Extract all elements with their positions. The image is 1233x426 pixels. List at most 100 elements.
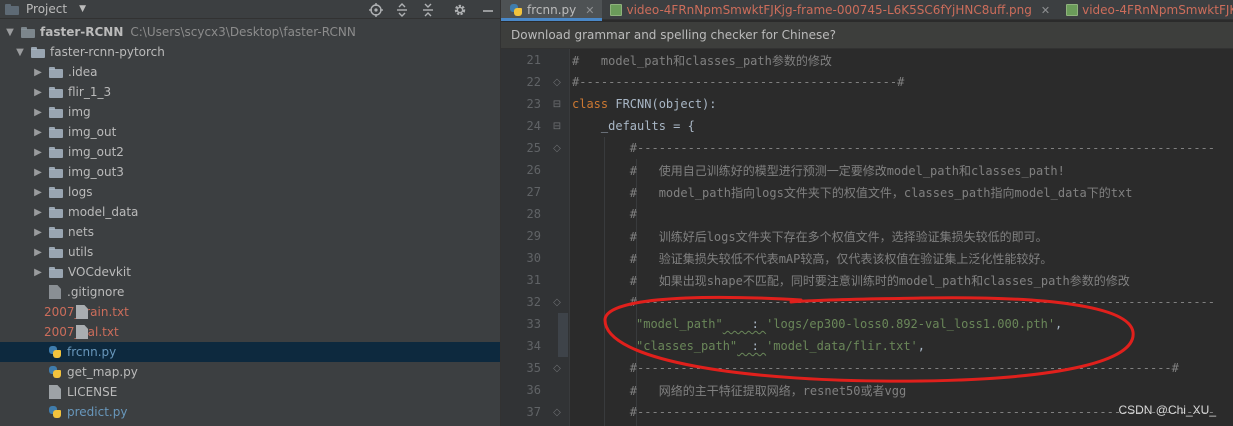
code-text: # [572,207,638,221]
folder-icon [49,126,63,138]
tree-item-folder[interactable]: ▶ nets [0,222,500,242]
csdn-watermark: CSDN @Chi_XU_ [1118,403,1216,417]
chevron-right-icon[interactable]: ▶ [32,62,44,82]
line-number: 31 [526,273,541,287]
fold-marker-icon[interactable]: ⊟ [550,115,564,137]
tree-item-folder[interactable]: ▶ img_out [0,122,500,142]
python-file-icon [48,345,62,359]
expand-all-icon[interactable] [394,2,410,18]
chevron-right-icon[interactable]: ▶ [32,82,44,102]
code-line: 30 # 验证集损失较低不代表mAP较高，仅代表该权值在验证集上泛化性能较好。 [501,247,1233,269]
tree-item-file[interactable]: LICENSE [0,382,500,402]
tab-label: frcnn.py [527,3,577,17]
chevron-right-icon[interactable]: ▶ [32,222,44,242]
minimize-icon[interactable] [480,2,496,18]
string-value-token: 'logs/ep300-loss0.892-val_loss1.000.pth' [766,317,1056,331]
chevron-right-icon[interactable]: ▶ [32,242,44,262]
chevron-right-icon[interactable]: ▶ [32,262,44,282]
fold-marker-icon[interactable]: ⊟ [550,93,564,115]
header-toolbar-3 [420,0,436,19]
close-icon[interactable]: ✕ [1041,4,1050,17]
tab-image-2[interactable]: video-4FRnNpmSmwktFJKjg-frame-0 [1058,0,1233,20]
code-line: 35 ◇ #-----------------------------------… [501,357,1233,379]
chevron-right-icon[interactable]: ▶ [32,202,44,222]
tree-item-file[interactable]: get_map.py [0,362,500,382]
notification-text: Download grammar and spelling checker fo… [511,28,836,42]
tree-item-label: faster-rcnn-pytorch [50,45,165,59]
fold-marker-icon[interactable]: ◇ [550,357,564,379]
dict-key-token: "model_path" [636,317,723,331]
chevron-right-icon[interactable]: ▶ [32,102,44,122]
line-number: 35 [526,361,541,375]
chevron-right-icon[interactable]: ▶ [32,162,44,182]
code-text: # 使用自己训练好的模型进行预测一定要修改model_path和classes_… [572,163,1065,178]
tree-item-file[interactable]: 2007_train.txt [0,302,500,322]
code-text: # 训练好后logs文件夹下存在多个权值文件，选择验证集损失较低的即可。 [572,229,1048,244]
tab-image-1[interactable]: video-4FRnNpmSmwktFJKjg-frame-000745-L6K… [602,0,1058,20]
tree-item-file[interactable]: 2007_val.txt [0,322,500,342]
tree-item-folder[interactable]: ▶ utils [0,242,500,262]
chevron-down-icon[interactable]: ▼ [14,42,26,62]
tree-item-label: model_data [68,205,139,219]
gitignore-file-icon [49,285,61,299]
header-toolbar [368,0,384,19]
line-number: 34 [526,339,541,353]
folder-icon [49,146,63,158]
code-text: # 网络的主干特征提取网络，resnet50或者vgg [572,383,907,398]
tree-item-path: C:\Users\scycx3\Desktop\faster-RCNN [130,25,356,39]
code-text: # 验证集损失较低不代表mAP较高，仅代表该权值在验证集上泛化性能较好。 [572,251,1053,266]
tree-item-folder[interactable]: ▶ VOCdevkit [0,262,500,282]
tree-item-folder[interactable]: ▶ flir_1_3 [0,82,500,102]
tree-item-label: logs [68,185,93,199]
tree-item-folder[interactable]: ▶ model_data [0,202,500,222]
fold-marker-icon[interactable]: ◇ [550,71,564,93]
tree-item-file[interactable]: .gitignore [0,282,500,302]
code-line: 25 ◇ #-----------------------------------… [501,137,1233,159]
spellcheck-notification[interactable]: Download grammar and spelling checker fo… [501,22,1233,49]
tree-item-label: VOCdevkit [68,265,131,279]
tree-item-folder[interactable]: ▶ img_out2 [0,142,500,162]
code-text: # model_path和classes_path参数的修改 [572,53,832,68]
chevron-right-icon[interactable]: ▶ [32,142,44,162]
tab-label: video-4FRnNpmSmwktFJKjg-frame-0 [1082,3,1233,17]
tree-item-folder[interactable]: ▼ faster-rcnn-pytorch [0,42,500,62]
tree-item-file[interactable]: predict.py [0,402,500,422]
fold-marker-icon[interactable]: ◇ [550,401,564,423]
header-toolbar-4 [452,0,468,19]
settings-gear-icon[interactable] [452,2,468,18]
code-text: # 如果出现shape不匹配，同时要注意训练时的model_path和class… [572,273,1130,288]
tree-item-root[interactable]: ▼ faster-RCNN C:\Users\scycx3\Desktop\fa… [0,22,500,42]
tree-item-label: get_map.py [67,365,138,379]
code-line: 33 "model_path" : 'logs/ep300-loss0.892-v… [501,313,1233,335]
chevron-down-icon[interactable]: ▼ [79,4,86,14]
tree-item-folder[interactable]: ▶ img [0,102,500,122]
license-file-icon [49,385,61,399]
comma-token: , [917,339,926,353]
project-panel-header: Project ▼ [0,0,500,19]
fold-marker-icon[interactable]: ◇ [550,137,564,159]
dict-key-token: "classes_path" [636,339,738,353]
target-icon[interactable] [368,2,384,18]
code-text: _defaults = { [572,119,695,133]
tree-item-folder[interactable]: ▶ img_out3 [0,162,500,182]
line-number: 27 [526,185,541,199]
code-line: 23 ⊟ class FRCNN(object): [501,93,1233,115]
tab-frcnn-py[interactable]: frcnn.py ✕ [501,0,603,21]
chevron-right-icon[interactable]: ▶ [32,122,44,142]
close-icon[interactable]: ✕ [585,4,594,17]
chevron-right-icon[interactable]: ▶ [32,182,44,202]
tree-item-file-selected[interactable]: frcnn.py [0,342,500,362]
python-file-icon [48,365,62,379]
tree-item-folder[interactable]: ▶ .idea [0,62,500,82]
project-panel-title[interactable]: Project [26,2,67,16]
chevron-down-icon[interactable]: ▼ [4,22,16,42]
tree-item-label: faster-RCNN [40,25,124,39]
tree-item-folder[interactable]: ▶ logs [0,182,500,202]
line-number: 24 [526,119,541,133]
line-number: 25 [526,141,541,155]
fold-marker-icon[interactable]: ◇ [550,291,564,313]
folder-icon [49,206,63,218]
collapse-all-icon[interactable] [420,2,436,18]
code-line: 32 ◇ #-----------------------------------… [501,291,1233,313]
line-number: 30 [526,251,541,265]
